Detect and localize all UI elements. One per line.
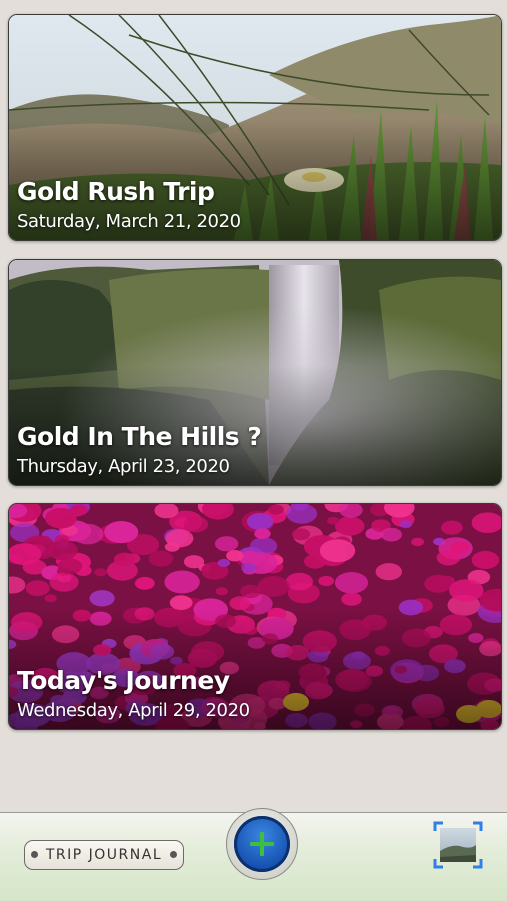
screw-dot-icon bbox=[31, 851, 38, 858]
trip-date: Saturday, March 21, 2020 bbox=[17, 211, 241, 232]
trip-card[interactable]: Today's Journey Wednesday, April 29, 202… bbox=[8, 503, 502, 730]
trip-title: Gold In The Hills ? bbox=[17, 422, 262, 451]
trip-list: Gold Rush Trip Saturday, March 21, 2020 bbox=[0, 0, 507, 812]
photo-crop-icon bbox=[433, 821, 483, 869]
plus-icon bbox=[250, 832, 274, 856]
photo-crop-button[interactable] bbox=[433, 821, 483, 869]
add-trip-button[interactable] bbox=[234, 816, 290, 872]
trip-journal-label: TRIP JOURNAL bbox=[45, 847, 163, 863]
bottom-toolbar: TRIP JOURNAL bbox=[0, 808, 507, 901]
trip-title: Today's Journey bbox=[17, 666, 230, 695]
trip-card[interactable]: Gold Rush Trip Saturday, March 21, 2020 bbox=[8, 14, 502, 241]
trip-card[interactable]: Gold In The Hills ? Thursday, April 23, … bbox=[8, 259, 502, 486]
trip-journal-button[interactable]: TRIP JOURNAL bbox=[24, 840, 184, 870]
trip-date: Wednesday, April 29, 2020 bbox=[17, 700, 250, 721]
screw-dot-icon bbox=[170, 851, 177, 858]
trip-title: Gold Rush Trip bbox=[17, 177, 215, 206]
trip-date: Thursday, April 23, 2020 bbox=[17, 456, 230, 477]
add-button-bezel bbox=[226, 808, 298, 880]
